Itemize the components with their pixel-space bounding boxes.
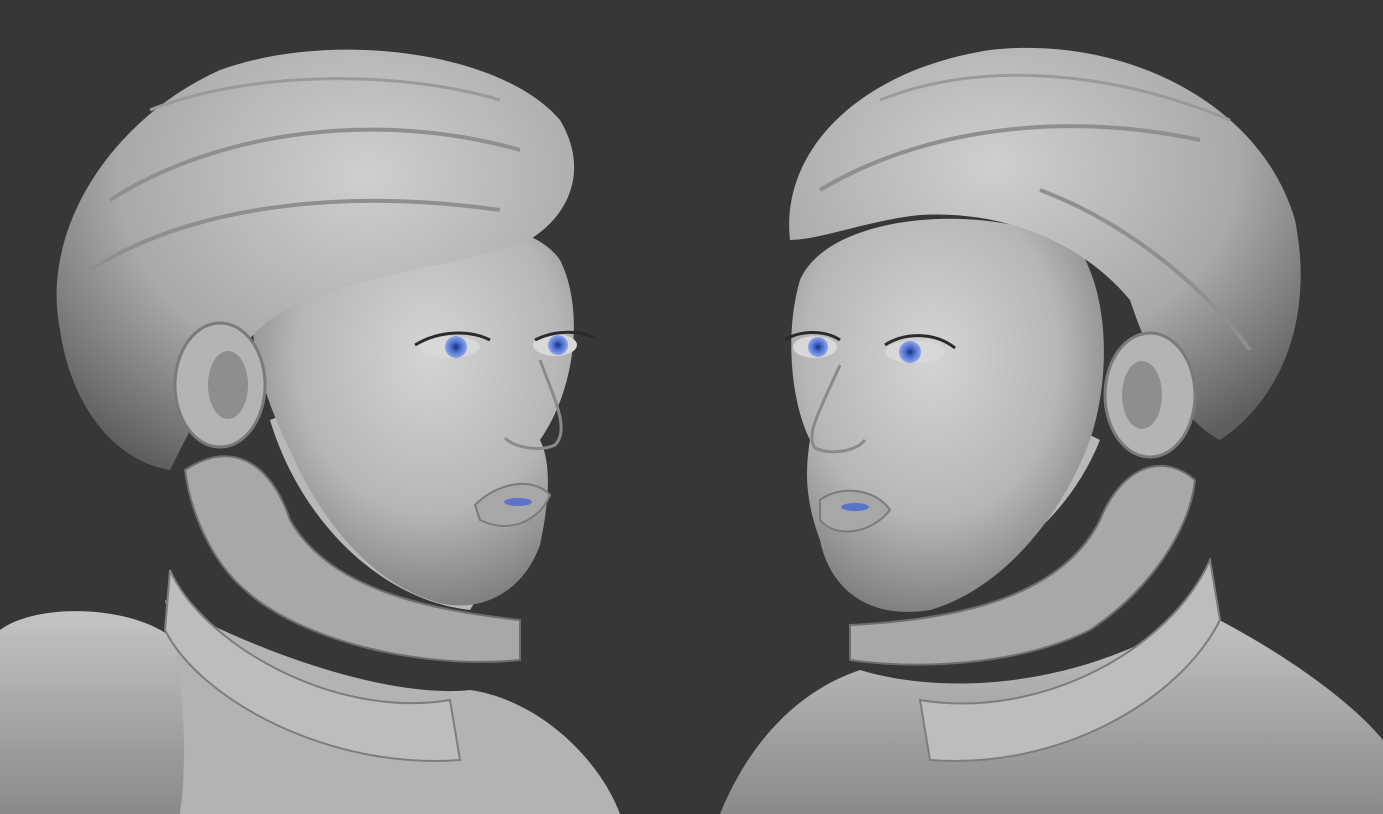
sculpt-render-viewport [0,0,1383,814]
right-figure-face [791,218,1104,612]
left-figure-right-eye-iris [548,335,568,355]
left-figure-left-eye-iris [445,336,467,358]
sculpt-render-canvas [0,47,1383,814]
right-figure-teeth [841,503,869,511]
right-bust-figure [720,47,1383,814]
left-figure-shoulder-pad [0,611,195,814]
right-figure-ear-inner [1122,361,1162,429]
left-bust-figure [0,49,620,814]
right-figure-left-eye-iris [808,337,828,357]
right-figure-right-eye-iris [899,341,921,363]
left-figure-ear-inner [208,351,248,419]
left-figure-teeth [504,498,532,506]
